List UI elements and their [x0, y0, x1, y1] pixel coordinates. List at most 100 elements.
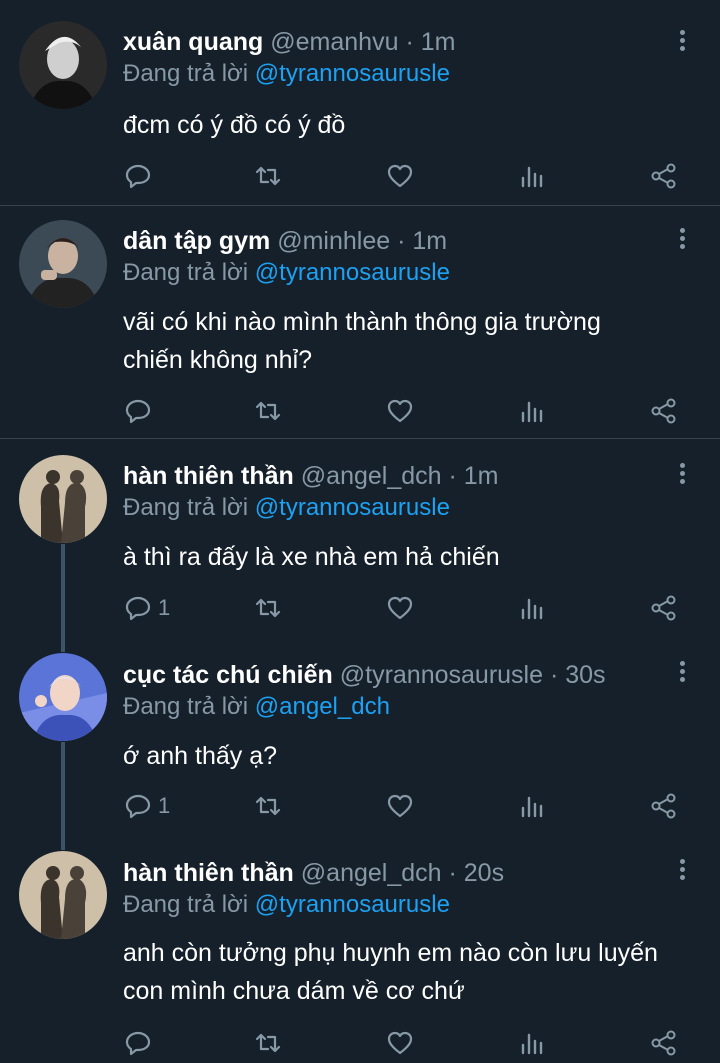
- reply-icon: [125, 399, 151, 424]
- separator-dot: ·: [448, 462, 457, 490]
- retweet-button[interactable]: [254, 391, 282, 431]
- reply-icon: [125, 1031, 151, 1056]
- avatar[interactable]: [19, 21, 107, 109]
- retweet-button[interactable]: [254, 156, 282, 196]
- reply-mention[interactable]: @tyrannosaurusle: [255, 259, 450, 286]
- more-options-icon[interactable]: [672, 463, 692, 491]
- tweet-text: ớ anh thấy ạ?: [123, 737, 277, 775]
- display-name[interactable]: xuân quang: [123, 28, 263, 56]
- tweet-text-line: vãi có khi nào mình thành thông gia trườ…: [123, 308, 601, 336]
- share-button[interactable]: [650, 588, 678, 628]
- user-handle[interactable]: @minhlee: [277, 227, 390, 255]
- tweet[interactable]: hàn thiên thần @angel_dch · 1m Đang trả …: [0, 439, 720, 639]
- more-options-icon[interactable]: [672, 30, 692, 58]
- tweet[interactable]: hàn thiên thần @angel_dch · 20s Đang trả…: [0, 837, 720, 1063]
- tweet-actions: [0, 156, 720, 196]
- avatar[interactable]: [19, 653, 107, 741]
- tweet-header: xuân quang @emanhvu · 1m: [123, 26, 455, 58]
- display-name[interactable]: dân tập gym: [123, 227, 270, 255]
- timestamp[interactable]: 1m: [421, 28, 456, 56]
- avatar[interactable]: [19, 220, 107, 308]
- share-button[interactable]: [650, 786, 678, 826]
- share-icon: [651, 398, 676, 424]
- share-button[interactable]: [650, 391, 678, 431]
- tweet-text-line: đcm có ý đồ có ý đồ: [123, 111, 346, 139]
- tweet[interactable]: xuân quang @emanhvu · 1m Đang trả lời @t…: [0, 0, 720, 205]
- separator-dot: ·: [397, 227, 406, 255]
- display-name[interactable]: hàn thiên thần: [123, 462, 294, 490]
- heart-icon: [387, 1031, 413, 1055]
- timestamp[interactable]: 1m: [412, 227, 447, 255]
- avatar[interactable]: [19, 851, 107, 939]
- display-name[interactable]: hàn thiên thần: [123, 859, 294, 887]
- reply-button[interactable]: 1: [124, 786, 170, 826]
- like-button[interactable]: [386, 588, 414, 628]
- separator-dot: ·: [405, 28, 414, 56]
- share-button[interactable]: [650, 1023, 678, 1063]
- share-icon: [651, 595, 676, 621]
- analytics-button[interactable]: [518, 1023, 546, 1063]
- reply-icon: [125, 794, 151, 819]
- reply-button[interactable]: 1: [124, 588, 170, 628]
- tweet-text: vãi có khi nào mình thành thông gia trườ…: [123, 303, 601, 379]
- share-icon: [651, 793, 676, 819]
- separator-dot: ·: [448, 859, 457, 887]
- reply-context: Đang trả lời @tyrannosaurusle: [123, 889, 450, 921]
- like-button[interactable]: [386, 786, 414, 826]
- tweet-actions: 1: [0, 588, 720, 628]
- timestamp[interactable]: 1m: [464, 462, 499, 490]
- reply-mention[interactable]: @tyrannosaurusle: [255, 60, 450, 87]
- reply-context: Đang trả lời @angel_dch: [123, 691, 390, 723]
- reply-mention[interactable]: @angel_dch: [255, 693, 390, 720]
- analytics-icon: [521, 796, 543, 818]
- reply-prefix: Đang trả lời: [123, 60, 249, 87]
- more-options-icon[interactable]: [672, 228, 692, 256]
- tweet-text-line: chiến không nhỉ?: [123, 346, 313, 374]
- analytics-button[interactable]: [518, 156, 546, 196]
- analytics-icon: [521, 401, 543, 423]
- analytics-button[interactable]: [518, 786, 546, 826]
- tweet-text-line: anh còn tưởng phụ huynh em nào còn lưu l…: [123, 939, 658, 967]
- timestamp[interactable]: 30s: [565, 661, 605, 689]
- reply-mention[interactable]: @tyrannosaurusle: [255, 494, 450, 521]
- reply-button[interactable]: [124, 1023, 152, 1063]
- more-options-icon[interactable]: [672, 859, 692, 887]
- share-icon: [651, 1030, 676, 1056]
- tweet-text-line: à thì ra đấy là xe nhà em hả chiến: [123, 543, 500, 571]
- share-button[interactable]: [650, 156, 678, 196]
- retweet-button[interactable]: [254, 588, 282, 628]
- reply-button[interactable]: [124, 391, 152, 431]
- more-options-icon[interactable]: [672, 661, 692, 689]
- tweet[interactable]: dân tập gym @minhlee · 1m Đang trả lời @…: [0, 206, 720, 438]
- reply-context: Đang trả lời @tyrannosaurusle: [123, 257, 450, 289]
- tweet-text-line: ớ anh thấy ạ?: [123, 742, 278, 770]
- tweet-text: anh còn tưởng phụ huynh em nào còn lưu l…: [123, 934, 658, 1010]
- like-button[interactable]: [386, 1023, 414, 1063]
- retweet-button[interactable]: [254, 1023, 282, 1063]
- tweet-actions: [0, 1023, 720, 1063]
- analytics-button[interactable]: [518, 588, 546, 628]
- display-name[interactable]: cục tác chú chiến: [123, 661, 333, 689]
- heart-icon: [387, 596, 413, 620]
- user-handle[interactable]: @tyrannosaurusle: [340, 661, 543, 689]
- like-button[interactable]: [386, 391, 414, 431]
- user-handle[interactable]: @angel_dch: [301, 462, 442, 490]
- user-handle[interactable]: @angel_dch: [301, 859, 442, 887]
- analytics-icon: [521, 1033, 543, 1055]
- like-button[interactable]: [386, 156, 414, 196]
- tweet-header: hàn thiên thần @angel_dch · 1m: [123, 460, 499, 492]
- analytics-button[interactable]: [518, 391, 546, 431]
- reply-count: 1: [158, 595, 171, 620]
- retweet-button[interactable]: [254, 786, 282, 826]
- avatar[interactable]: [19, 455, 107, 543]
- tweet-actions: [0, 391, 720, 431]
- tweet[interactable]: cục tác chú chiến @tyrannosaurusle · 30s…: [0, 639, 720, 837]
- user-handle[interactable]: @emanhvu: [270, 28, 398, 56]
- retweet-icon: [255, 1033, 281, 1053]
- reply-button[interactable]: [124, 156, 152, 196]
- tweet-text: à thì ra đấy là xe nhà em hả chiến: [123, 538, 500, 576]
- tweet-text: đcm có ý đồ có ý đồ: [123, 106, 345, 144]
- tweet-header: cục tác chú chiến @tyrannosaurusle · 30s: [123, 659, 606, 691]
- reply-mention[interactable]: @tyrannosaurusle: [255, 891, 450, 918]
- timestamp[interactable]: 20s: [464, 859, 504, 887]
